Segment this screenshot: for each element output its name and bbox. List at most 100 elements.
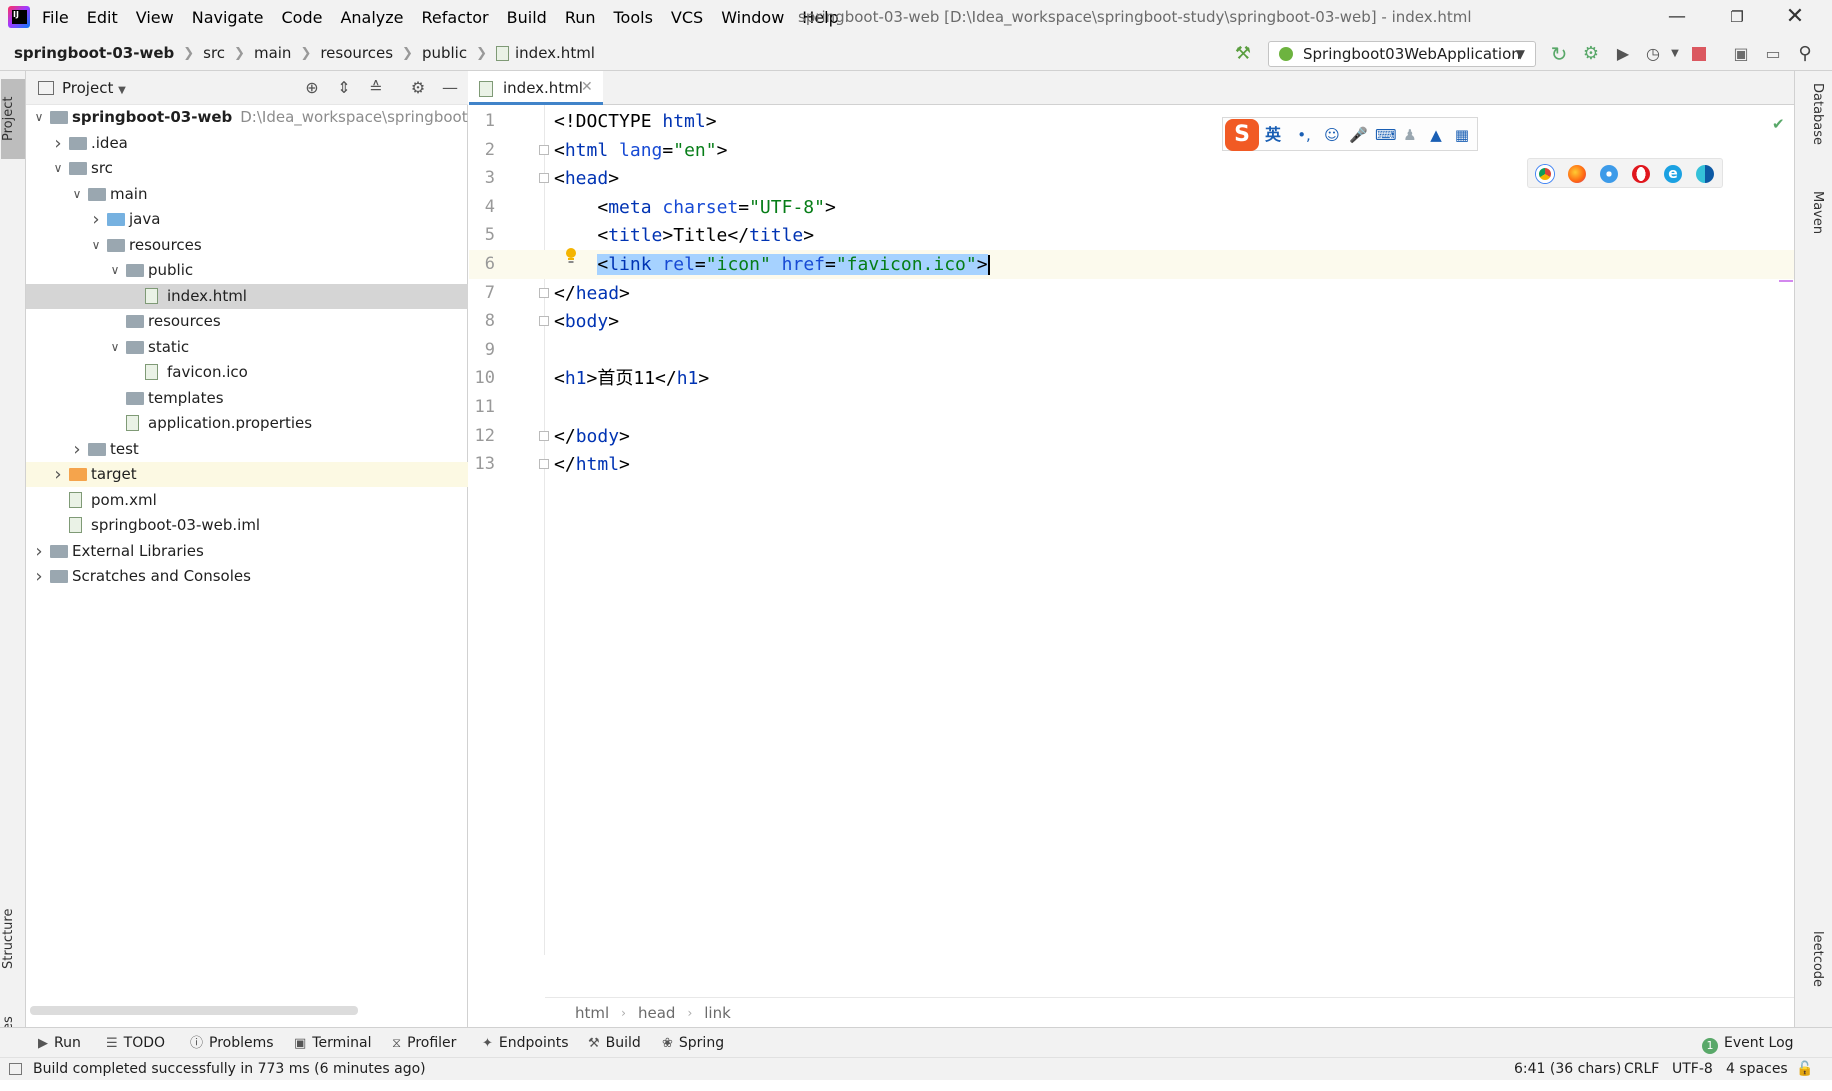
- menu-analyze[interactable]: Analyze: [340, 0, 412, 36]
- close-tab-icon[interactable]: ✕: [581, 71, 593, 103]
- microphone-icon[interactable]: 🎤: [1349, 126, 1368, 144]
- search-icon[interactable]: ⚲: [1794, 43, 1816, 65]
- sogou-logo-icon[interactable]: S: [1225, 119, 1259, 151]
- tree-item[interactable]: index.html: [26, 283, 468, 309]
- breadcrumb-item[interactable]: public: [422, 44, 467, 62]
- breadcrumb-item[interactable]: index.html: [515, 44, 595, 62]
- profile-icon[interactable]: ◷: [1642, 43, 1664, 65]
- chevron-down-icon[interactable]: ∨: [51, 156, 65, 181]
- tree-item[interactable]: resources: [26, 309, 468, 334]
- menu-view[interactable]: View: [136, 0, 183, 36]
- chevron-right-icon[interactable]: ›: [51, 131, 65, 156]
- fold-marker-icon[interactable]: [539, 459, 549, 470]
- tree-item[interactable]: application.properties: [26, 411, 468, 436]
- code-line[interactable]: 8 <body>: [469, 307, 1794, 336]
- build-hammer-icon[interactable]: ⚒: [1232, 43, 1254, 65]
- chevron-down-icon[interactable]: ∨: [89, 233, 103, 258]
- tree-item[interactable]: ∨ resources: [26, 233, 468, 258]
- chrome-icon[interactable]: [1536, 165, 1554, 183]
- internet-explorer-icon[interactable]: e: [1664, 165, 1682, 183]
- event-log-button[interactable]: 1 Event Log: [1702, 1028, 1794, 1058]
- code-line[interactable]: 4 <meta charset="UTF-8">: [469, 193, 1794, 222]
- caret-position[interactable]: 6:41 (36 chars): [1514, 1058, 1621, 1080]
- code-line[interactable]: 7 </head>: [469, 279, 1794, 308]
- tree-item[interactable]: ∨ springboot-03-web D:\Idea_workspace\spri…: [26, 105, 468, 130]
- intention-bulb-icon[interactable]: [564, 247, 578, 265]
- firefox-icon[interactable]: [1568, 165, 1586, 183]
- restore-icon[interactable]: ❐: [1712, 0, 1762, 34]
- menu-window[interactable]: Window: [721, 0, 793, 36]
- indent-setting[interactable]: 4 spaces: [1726, 1058, 1788, 1080]
- tool-tab-spring[interactable]: ❀ Spring: [662, 1028, 724, 1059]
- hide-panel-icon[interactable]: —: [440, 78, 460, 98]
- tool-tab-terminal[interactable]: ▣ Terminal: [294, 1028, 371, 1059]
- tree-item[interactable]: › .idea: [26, 131, 468, 156]
- line-separator[interactable]: CRLF: [1624, 1058, 1659, 1080]
- lock-icon[interactable]: 🔓: [1796, 1058, 1813, 1080]
- code-line[interactable]: 9: [469, 336, 1794, 365]
- chevron-down-icon[interactable]: ∨: [108, 258, 122, 283]
- tree-item[interactable]: › External Libraries: [26, 539, 468, 564]
- tree-item[interactable]: templates: [26, 386, 468, 411]
- code-breadcrumb-item[interactable]: html: [575, 1004, 609, 1022]
- debug-icon[interactable]: ⚙: [1580, 43, 1602, 65]
- menu-file[interactable]: File: [42, 0, 78, 36]
- status-toggle-icon[interactable]: [9, 1063, 22, 1075]
- menu-edit[interactable]: Edit: [87, 0, 127, 36]
- user-icon[interactable]: ♟: [1401, 126, 1419, 144]
- code-line[interactable]: 1 <!DOCTYPE html>: [469, 107, 1794, 136]
- fold-marker-icon[interactable]: [539, 144, 549, 155]
- tree-item[interactable]: ∨ main: [26, 182, 468, 207]
- emoji-icon[interactable]: ☺: [1323, 126, 1341, 144]
- chevron-down-icon[interactable]: ∨: [108, 335, 122, 360]
- code-line[interactable]: 6 <link rel="icon" href="favicon.ico">: [469, 250, 1794, 279]
- tree-item[interactable]: › java: [26, 207, 468, 232]
- chevron-right-icon[interactable]: ›: [51, 462, 65, 487]
- tool-tab-todo[interactable]: ☰ TODO: [106, 1028, 165, 1059]
- menu-vcs[interactable]: VCS: [671, 0, 712, 36]
- tree-item[interactable]: › target: [26, 462, 468, 487]
- code-line[interactable]: 5 <title>Title</title>: [469, 221, 1794, 250]
- fold-marker-icon[interactable]: [539, 430, 549, 441]
- collapse-all-icon[interactable]: ≙: [366, 78, 386, 98]
- maven-tool-tab[interactable]: Maven: [1803, 191, 1825, 281]
- breadcrumb-item[interactable]: main: [254, 44, 291, 62]
- tree-item[interactable]: springboot-03-web.iml: [26, 513, 468, 538]
- code-line[interactable]: 13 </html>: [469, 450, 1794, 479]
- fold-marker-icon[interactable]: [539, 316, 549, 327]
- chevron-down-icon[interactable]: ∨: [32, 105, 46, 130]
- tree-item[interactable]: ∨ static: [26, 335, 468, 360]
- tree-item[interactable]: pom.xml: [26, 488, 468, 513]
- menu-run[interactable]: Run: [565, 0, 605, 36]
- project-tool-tab[interactable]: Project: [1, 79, 25, 159]
- code-line[interactable]: 11: [469, 393, 1794, 422]
- menu-navigate[interactable]: Navigate: [192, 0, 273, 36]
- opera-icon[interactable]: [1632, 165, 1650, 183]
- more-run-options-icon[interactable]: ▼: [1664, 43, 1686, 65]
- code-breadcrumb-item[interactable]: head: [638, 1004, 675, 1022]
- tab-index-html[interactable]: index.html ✕: [469, 71, 603, 105]
- edge-icon[interactable]: [1696, 165, 1714, 183]
- breadcrumb-item[interactable]: src: [203, 44, 225, 62]
- chevron-down-icon[interactable]: ∨: [70, 182, 84, 207]
- close-icon[interactable]: ✕: [1770, 0, 1820, 34]
- error-stripe-marker[interactable]: [1779, 280, 1793, 282]
- skin-shirt-icon[interactable]: ▲: [1427, 126, 1445, 144]
- menu-build[interactable]: Build: [507, 0, 556, 36]
- stop-icon[interactable]: [1692, 47, 1706, 61]
- breadcrumb-item[interactable]: springboot-03-web: [14, 44, 174, 62]
- project-view-select[interactable]: Project ▼: [62, 71, 126, 108]
- horizontal-scrollbar[interactable]: [30, 1006, 358, 1015]
- tool-tab-problems[interactable]: ⓘ Problems: [190, 1028, 274, 1059]
- code-line[interactable]: 12 </body>: [469, 422, 1794, 451]
- tree-item[interactable]: › Scratches and Consoles: [26, 564, 468, 589]
- chevron-right-icon[interactable]: ›: [32, 539, 46, 564]
- status-message[interactable]: Build completed successfully in 773 ms (…: [33, 1058, 426, 1080]
- toolbox-grid-icon[interactable]: ▦: [1453, 126, 1471, 144]
- run-configuration-select[interactable]: Springboot03WebApplication ▼: [1268, 41, 1536, 67]
- tool-tab-endpoints[interactable]: ✦ Endpoints: [482, 1028, 569, 1059]
- project-structure-icon[interactable]: ▣: [1730, 43, 1752, 65]
- tree-item[interactable]: ∨ src: [26, 156, 468, 181]
- tool-tab-profiler[interactable]: ⧖ Profiler: [392, 1028, 456, 1059]
- database-tool-tab[interactable]: Database: [1803, 83, 1825, 178]
